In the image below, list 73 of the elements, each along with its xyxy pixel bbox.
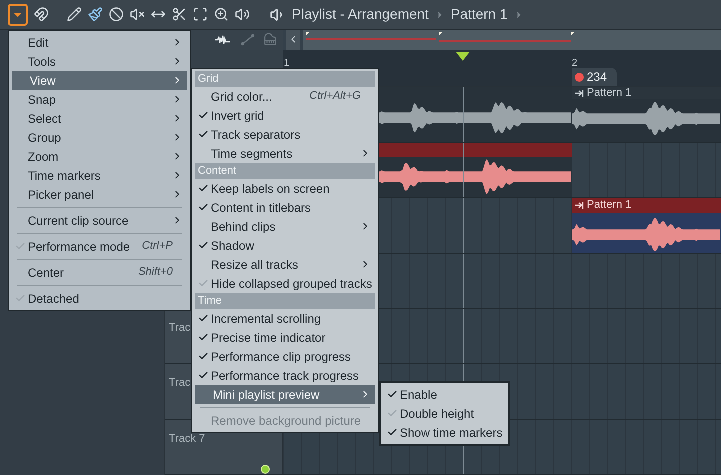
check-icon xyxy=(198,370,208,381)
bar-number: 2 xyxy=(572,56,578,71)
menu-item[interactable]: Track separators xyxy=(195,125,375,144)
brush-icon[interactable] xyxy=(88,7,103,22)
pattern-arrow-icon xyxy=(575,90,584,97)
menu-item[interactable]: View xyxy=(12,71,187,90)
menu-item[interactable]: Keep labels on screen xyxy=(195,179,375,198)
menu-item[interactable]: Mini playlist preview xyxy=(195,385,375,404)
marker-label: 234 xyxy=(587,69,608,86)
pattern-clip[interactable]: Pattern 1 xyxy=(572,87,721,142)
scissors-icon[interactable] xyxy=(172,7,187,22)
check-icon xyxy=(198,240,208,251)
check-icon xyxy=(386,408,398,419)
menu-item[interactable]: Performance track progress xyxy=(195,366,375,385)
menu-item[interactable]: Edit xyxy=(12,33,187,52)
menu-item[interactable]: Detached xyxy=(12,289,187,308)
no-entry-icon[interactable] xyxy=(109,7,124,22)
breadcrumb-item[interactable]: Pattern 1 xyxy=(450,4,508,25)
track-label: Trac xyxy=(169,321,191,336)
menu-item[interactable]: Group xyxy=(12,128,187,147)
menu-item[interactable]: Performance mode Ctrl+P xyxy=(12,237,187,256)
menu-item[interactable]: Snap xyxy=(12,90,187,109)
menu-item[interactable]: Performance clip progress xyxy=(195,347,375,366)
menu-item[interactable]: Picker panel xyxy=(12,185,187,204)
zoom-icon[interactable] xyxy=(214,7,229,22)
menu-item[interactable]: Current clip source xyxy=(12,211,187,230)
menu-item[interactable]: Grid color... Ctrl+Alt+G xyxy=(195,87,375,106)
speaker-icon[interactable] xyxy=(235,7,250,22)
check-icon xyxy=(198,129,208,140)
menu-item[interactable]: Double height xyxy=(384,404,505,423)
window-title: Playlist - Arrangement xyxy=(292,5,429,24)
check-icon xyxy=(198,332,208,343)
check-icon xyxy=(198,202,208,213)
menu-item[interactable]: Hide collapsed grouped tracks xyxy=(195,274,375,293)
menu-item[interactable]: Shadow xyxy=(195,236,375,255)
menu-item[interactable]: Incremental scrolling xyxy=(195,309,375,328)
menu-dropdown-button[interactable] xyxy=(8,4,28,26)
menu-item[interactable]: Time markers xyxy=(12,166,187,185)
check-icon xyxy=(198,351,208,362)
bar-number: 1 xyxy=(284,56,290,71)
track-label: Trac xyxy=(169,376,191,392)
pattern-clip[interactable]: Pattern 1 xyxy=(572,198,721,253)
menu-item[interactable]: Behind clips xyxy=(195,217,375,236)
time-marker[interactable]: 234 xyxy=(572,68,618,86)
waveform-icon[interactable] xyxy=(214,34,232,46)
menu-section-header: Time xyxy=(195,293,375,309)
menu-item[interactable]: Zoom xyxy=(12,147,187,166)
menu-item[interactable]: Time segments xyxy=(195,144,375,163)
check-icon xyxy=(198,183,208,194)
menu-section-header: Content xyxy=(195,163,375,179)
scroll-left-button[interactable] xyxy=(286,30,300,50)
menu-item[interactable]: Precise time indicator xyxy=(195,328,375,347)
clip-title: Pattern 1 xyxy=(572,198,721,213)
magnet-icon[interactable] xyxy=(34,7,49,22)
menu-item[interactable]: Tools xyxy=(12,52,187,71)
menu-item[interactable]: Enable xyxy=(384,385,505,404)
menu-section-header: Grid xyxy=(195,71,375,87)
mute-icon[interactable] xyxy=(130,7,145,22)
menu-item[interactable]: Select xyxy=(12,109,187,128)
menu-item[interactable]: Invert grid xyxy=(195,106,375,125)
check-icon xyxy=(386,389,398,400)
pencil-icon[interactable] xyxy=(67,7,82,22)
menu-item[interactable]: Content in titlebars xyxy=(195,198,375,217)
check-icon xyxy=(198,313,208,324)
check-icon xyxy=(198,278,208,289)
menu-item[interactable]: Resize all tracks xyxy=(195,255,375,274)
menu-item[interactable]: Center Shift+0 xyxy=(12,263,187,282)
select-frame-icon[interactable] xyxy=(193,7,208,22)
check-icon xyxy=(386,427,398,438)
track-label: Track 7 xyxy=(169,432,206,447)
menu-item[interactable]: Show time markers xyxy=(384,423,505,442)
check-icon xyxy=(198,110,208,121)
pattern-arrow-icon xyxy=(575,202,584,209)
